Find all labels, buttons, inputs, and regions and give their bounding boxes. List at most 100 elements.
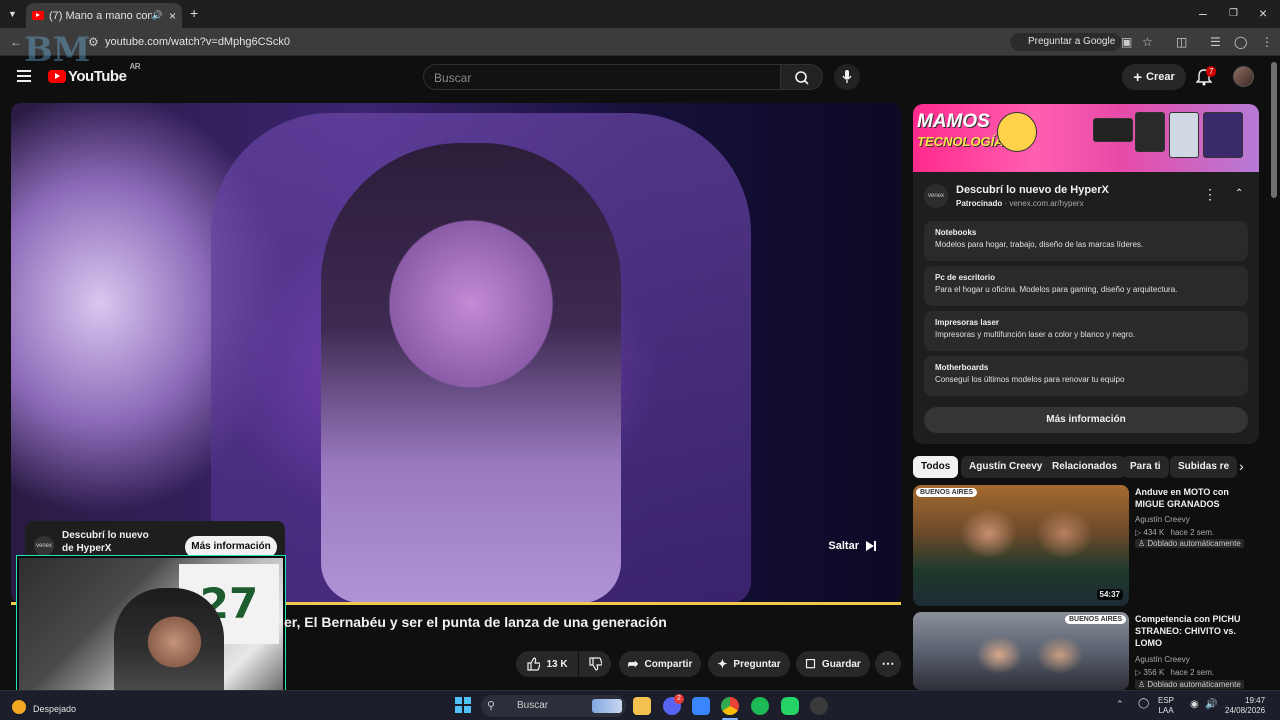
webcam-overlay: 27 — [17, 556, 285, 702]
duration-badge: 54:37 — [1096, 589, 1123, 600]
weather-label[interactable]: Despejado — [33, 704, 76, 714]
search-input[interactable]: Buscar — [423, 64, 781, 90]
ad-kebab-menu-icon[interactable]: ⋮ — [1203, 186, 1217, 203]
spotify-icon[interactable] — [751, 697, 769, 715]
search-icon — [795, 71, 809, 85]
window-close-button[interactable]: × — [1259, 5, 1267, 21]
sitelink-desc: Conseguí los últimos modelos para renova… — [935, 375, 1125, 384]
banner-line-1: MAMOS — [917, 111, 990, 132]
tray-overflow-chevron-icon[interactable]: ⌃ — [1116, 699, 1124, 710]
clock[interactable]: 19:47 24/08/2026 — [1225, 696, 1265, 716]
recommendation-channel[interactable]: Agustín Creevy — [1135, 653, 1190, 666]
save-label: Guardar — [821, 658, 861, 670]
chip-related[interactable]: Relacionados — [1044, 456, 1126, 478]
new-tab-button[interactable]: + — [190, 5, 198, 21]
dub-icon: ♙ — [1138, 680, 1146, 689]
address-bar: ← ⚙ youtube.com/watch?v=dMphg6CSck0 Preg… — [0, 28, 1280, 56]
location-badge: BUENOS AIRES — [916, 488, 978, 497]
recommendation-thumbnail[interactable]: BUENOS AIRES 54:37 — [913, 485, 1129, 606]
search-button[interactable] — [781, 64, 823, 90]
recommendation-title[interactable]: Anduve en MOTO con MIGUE GRANADOS — [1135, 486, 1260, 510]
dislike-button[interactable] — [579, 651, 611, 677]
page-scrollbar[interactable] — [1271, 62, 1277, 198]
sidebar-ad-panel: venex Descubrí lo nuevo de HyperX Patroc… — [913, 172, 1259, 444]
recommendation-channel[interactable]: Agustín Creevy — [1135, 513, 1190, 526]
chip-todos[interactable]: Todos — [913, 456, 959, 478]
file-explorer-icon[interactable] — [633, 697, 651, 715]
banner-line-2: TECNOLOGÍA — [917, 134, 1004, 149]
chip-for-you[interactable]: Para ti — [1122, 456, 1169, 478]
back-arrow-icon[interactable]: ← — [10, 35, 22, 49]
browser-tab[interactable]: (7) Mano a mano con DUKI 🔊 × — [26, 3, 182, 28]
sidebar-ad-banner[interactable]: MAMOS TECNOLOGÍA — [913, 104, 1259, 172]
chip-uploads[interactable]: Subidas re — [1170, 456, 1238, 478]
create-button[interactable]: + Crear — [1122, 64, 1186, 90]
minimize-button[interactable]: – — [1199, 5, 1207, 21]
sitelink-desc: Impresoras y multifunción laser a color … — [935, 330, 1136, 339]
extensions-icon[interactable]: ◫ — [1176, 35, 1187, 49]
recommendation-title[interactable]: Competencia con PICHU STRANEO: CHIVITO v… — [1135, 613, 1260, 649]
video-frame-person — [321, 143, 621, 603]
weather-sun-icon[interactable] — [12, 700, 26, 714]
share-button[interactable]: ➦ Compartir — [619, 651, 701, 677]
url-field[interactable]: youtube.com/watch?v=dMphg6CSck0 — [105, 36, 290, 48]
ad-sitelink-motherboards[interactable]: Motherboards Conseguí los últimos modelo… — [924, 356, 1248, 396]
streamer — [114, 588, 224, 700]
tray-microphone-icon[interactable]: ◯ — [1138, 698, 1149, 709]
ask-google-button[interactable]: Preguntar a Google — [1010, 33, 1122, 51]
youtube-header: YouTube AR Buscar + Crear 7 — [0, 56, 1280, 100]
share-label: Compartir — [644, 658, 693, 670]
tab-title: (7) Mano a mano con DUKI — [49, 9, 152, 22]
collapse-chevron-icon[interactable]: ⌃ — [1235, 188, 1243, 199]
ad-headline[interactable]: Descubrí lo nuevo de HyperX — [956, 184, 1109, 196]
avatar[interactable] — [1233, 66, 1254, 87]
view-count: 356 K — [1143, 668, 1165, 677]
network-icon[interactable]: ◉ — [1190, 699, 1199, 710]
ask-button[interactable]: ✦ Preguntar — [708, 651, 790, 677]
ad-more-info-button[interactable]: Más información — [185, 536, 277, 558]
sitelink-title: Notebooks — [935, 228, 977, 237]
skip-label: Saltar — [828, 540, 859, 552]
recommendation-stats: ▷ 356 K hace 2 sem. — [1135, 666, 1214, 679]
chips-next-chevron-icon[interactable]: › — [1239, 458, 1244, 474]
tab-search-icon[interactable]: ▼ — [8, 9, 17, 19]
thumbs-down-icon — [589, 657, 602, 671]
cast-icon[interactable]: ▣ — [1121, 35, 1132, 49]
banner-monitor — [1203, 112, 1243, 158]
more-actions-button[interactable]: ⋯ — [875, 651, 901, 677]
taskbar-search-label: Buscar — [517, 700, 549, 711]
chip-channel[interactable]: Agustín Creevy — [961, 456, 1051, 478]
chrome-icon[interactable] — [721, 697, 739, 715]
windows-start-icon[interactable] — [455, 697, 471, 713]
dub-icon: ♙ — [1138, 539, 1146, 548]
restore-button[interactable]: ❐ — [1229, 8, 1238, 19]
dub-label: Doblado automáticamente — [1147, 539, 1241, 548]
ad-sitelink-notebooks[interactable]: Notebooks Modelos para hogar, trabajo, d… — [924, 221, 1248, 261]
whatsapp-icon[interactable] — [781, 697, 799, 715]
microsoft-store-icon[interactable] — [692, 697, 710, 715]
sitelink-title: Impresoras laser — [935, 318, 1000, 327]
skip-next-icon — [866, 541, 876, 551]
ask-label: Preguntar — [733, 658, 781, 670]
profile-icon[interactable]: ◯ — [1234, 35, 1247, 49]
input-language[interactable]: ESP LAA — [1158, 696, 1174, 716]
volume-icon[interactable]: 🔊 — [1205, 699, 1217, 710]
search-highlight-icon — [592, 699, 622, 713]
views-icon: ▷ — [1135, 528, 1142, 537]
clock-time: 19:47 — [1245, 696, 1266, 705]
app-icon[interactable] — [810, 697, 828, 715]
skip-ad-button[interactable]: Saltar — [828, 540, 877, 552]
recommendation-thumbnail[interactable]: BUENOS AIRES — [913, 612, 1129, 690]
ad-sitelink-pc[interactable]: Pc de escritorio Para el hogar u oficina… — [924, 266, 1248, 306]
speaker-icon[interactable]: 🔊 — [152, 10, 163, 21]
save-button[interactable]: ☐ Guardar — [796, 651, 870, 677]
chrome-menu-icon[interactable]: ⋮ — [1261, 35, 1273, 49]
bookmark-star-icon[interactable]: ☆ — [1142, 35, 1153, 49]
tab-close-icon[interactable]: × — [169, 9, 176, 23]
ad-more-info-button[interactable]: Más información — [924, 407, 1248, 433]
voice-search-button[interactable] — [834, 64, 860, 90]
media-control-icon[interactable]: ☰ — [1210, 35, 1221, 49]
like-button[interactable]: 13 K — [516, 651, 578, 677]
ad-sitelink-printers[interactable]: Impresoras laser Impresoras y multifunci… — [924, 311, 1248, 351]
windows-taskbar: Despejado Buscar ⚲ 2 ⌃ ◯ ESP LAA ◉ 🔊 19:… — [0, 690, 1280, 720]
